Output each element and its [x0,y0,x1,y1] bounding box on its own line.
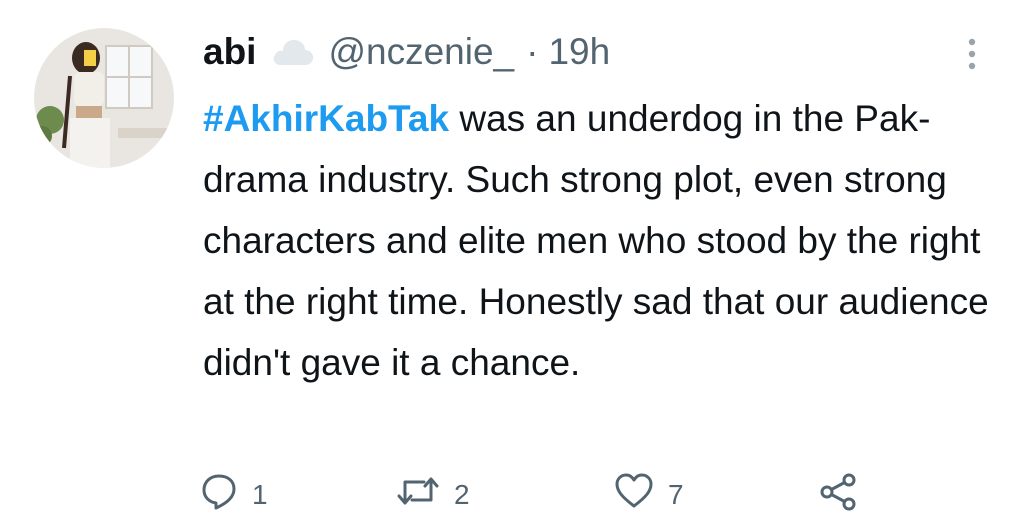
tweet-header: abi @nczenie_ · 19h [203,22,993,82]
tweet-text: #AkhirKabTak was an underdog in the Pak-… [203,88,1003,393]
avatar-image [34,28,174,168]
reply-button[interactable]: 1 [200,472,268,517]
like-count: 7 [668,478,684,510]
cloud-icon [270,35,316,69]
more-vertical-icon[interactable] [960,34,984,74]
tweet-body: was an underdog in the Pak-drama industr… [203,98,989,383]
reply-icon [200,472,238,517]
like-button[interactable]: 7 [614,472,684,517]
reply-count: 1 [252,478,268,510]
timestamp[interactable]: 19h [548,31,610,73]
tweet-card: abi @nczenie_ · 19h #AkhirKabTak was an … [0,0,1024,531]
heart-icon [614,472,654,517]
retweet-icon [396,472,440,517]
hashtag-link[interactable]: #AkhirKabTak [203,98,449,139]
retweet-count: 2 [454,478,470,510]
user-handle[interactable]: @nczenie_ [328,31,514,73]
share-button[interactable] [818,472,858,519]
avatar[interactable] [34,28,174,168]
share-icon [818,472,858,519]
separator-dot: · [526,31,539,72]
action-bar: 1 2 7 [200,472,880,520]
tweet-content: abi @nczenie_ · 19h #AkhirKabTak was an … [203,22,993,393]
retweet-button[interactable]: 2 [396,472,470,517]
display-name[interactable]: abi [203,31,256,73]
